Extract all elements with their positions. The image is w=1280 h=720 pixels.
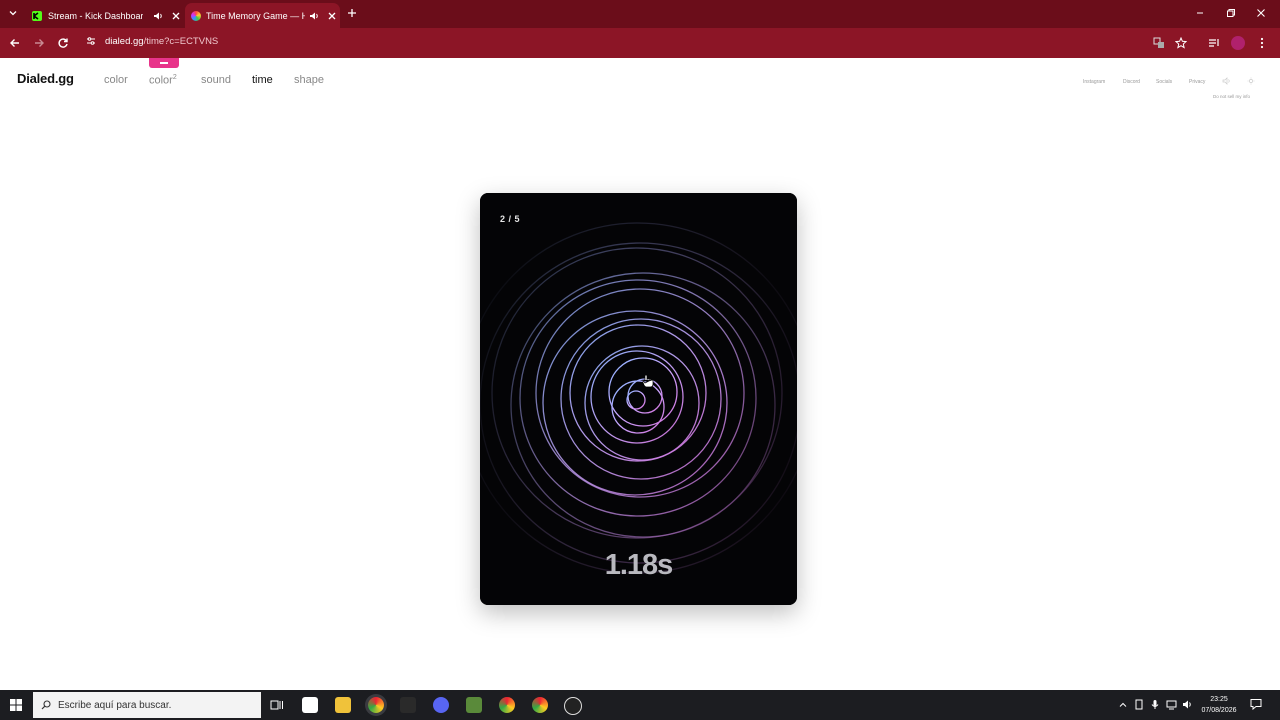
search-icon xyxy=(41,700,51,710)
network-icon[interactable] xyxy=(1166,699,1177,710)
dialed-favicon-icon xyxy=(191,10,201,21)
site-logo[interactable]: Dialed.gg xyxy=(17,71,74,86)
chrome-active-icon[interactable] xyxy=(368,697,384,713)
theme-toggle-icon[interactable] xyxy=(1247,77,1255,85)
chrome-icon[interactable] xyxy=(499,697,515,713)
hand-cursor-icon xyxy=(642,374,654,388)
new-tab-plus-icon[interactable] xyxy=(347,8,357,18)
profile-avatar-icon[interactable] xyxy=(1231,36,1245,50)
url-host: dialed.gg xyxy=(105,36,144,47)
tab-kick-dashboard[interactable]: Stream - Kick Dashboard xyxy=(26,3,181,28)
obs-icon[interactable] xyxy=(564,697,582,715)
clock-time: 23:25 xyxy=(1210,696,1228,703)
concentric-rings-visual xyxy=(480,193,797,605)
microphone-icon[interactable] xyxy=(1150,699,1160,710)
browser-tab-bar: Stream - Kick Dashboard Time Memory Game… xyxy=(0,0,1280,28)
speaker-icon[interactable] xyxy=(153,11,163,21)
reload-icon[interactable] xyxy=(57,37,69,49)
link-instagram[interactable]: Instagram xyxy=(1083,79,1105,85)
discord-icon[interactable] xyxy=(433,697,449,713)
sound-toggle-icon[interactable] xyxy=(1222,77,1232,85)
tray-chevron-up-icon[interactable] xyxy=(1118,700,1128,710)
clock-date: 07/08/2026 xyxy=(1201,707,1237,714)
translate-icon[interactable] xyxy=(1153,37,1165,49)
windows-start-icon[interactable] xyxy=(10,699,22,711)
back-arrow-icon[interactable] xyxy=(9,37,21,49)
speaker-icon[interactable] xyxy=(309,11,319,21)
file-explorer-icon[interactable] xyxy=(335,697,351,713)
url-text[interactable]: dialed.gg/time?c=ECTVNS xyxy=(105,36,218,47)
address-bar[interactable]: dialed.gg/time?c=ECTVNS xyxy=(80,31,1200,53)
media-queue-icon[interactable] xyxy=(1208,37,1220,49)
taskbar-search-box[interactable]: Escribe aquí para buscar. xyxy=(33,692,261,718)
tab-list-chevron-icon[interactable] xyxy=(8,8,18,18)
nav-color-squared[interactable]: color2 xyxy=(149,74,177,87)
restore-icon[interactable] xyxy=(1226,8,1236,18)
nav-sound[interactable]: sound xyxy=(201,74,231,86)
close-window-icon[interactable] xyxy=(1256,8,1266,18)
kick-icon xyxy=(32,10,42,21)
new-badge xyxy=(149,58,179,68)
bookmark-star-icon[interactable] xyxy=(1175,37,1187,49)
url-path: /time?c=ECTVNS xyxy=(143,36,219,47)
nav-color[interactable]: color xyxy=(104,74,128,86)
volume-icon[interactable] xyxy=(1182,699,1193,710)
web-page: Dialed.gg color color2 sound time shape … xyxy=(0,58,1280,690)
game-card[interactable]: 2 / 5 1.18s xyxy=(480,193,797,605)
nav-color-squared-label: color xyxy=(149,74,173,87)
close-tab-icon[interactable] xyxy=(327,11,337,21)
timer-display: 1.18s xyxy=(604,549,674,581)
taskbar-clock[interactable]: 23:25 07/08/2026 xyxy=(1195,694,1243,716)
link-discord[interactable]: Discord xyxy=(1123,79,1140,85)
tray-device-icon[interactable] xyxy=(1134,699,1144,710)
nav-time[interactable]: time xyxy=(252,74,273,86)
tab-time-memory-game[interactable]: Time Memory Game — Ho xyxy=(185,3,340,28)
forward-arrow-icon[interactable] xyxy=(33,37,45,49)
round-counter: 2 / 5 xyxy=(500,214,521,224)
task-view-icon[interactable] xyxy=(270,698,284,712)
link-privacy[interactable]: Privacy xyxy=(1189,79,1205,85)
link-do-not-sell[interactable]: Do not sell my info xyxy=(1213,94,1250,99)
link-socials[interactable]: Socials xyxy=(1156,79,1172,85)
windows-taskbar: Escribe aquí para buscar. 23:25 07/08/20… xyxy=(0,690,1280,720)
nav-superscript: 2 xyxy=(172,74,177,81)
chrome-profile-icon[interactable] xyxy=(532,697,548,713)
microsoft-store-icon[interactable] xyxy=(302,697,318,713)
tab-title: Time Memory Game — Ho xyxy=(206,10,305,21)
browser-toolbar: dialed.gg/time?c=ECTVNS xyxy=(0,28,1280,58)
notifications-icon[interactable] xyxy=(1250,698,1262,710)
epic-games-icon[interactable] xyxy=(400,697,416,713)
more-menu-icon[interactable] xyxy=(1257,37,1267,49)
close-tab-icon[interactable] xyxy=(171,11,181,21)
minecraft-icon[interactable] xyxy=(466,697,482,713)
search-placeholder: Escribe aquí para buscar. xyxy=(58,700,172,711)
nav-shape[interactable]: shape xyxy=(294,74,324,86)
minimize-icon[interactable] xyxy=(1195,8,1205,18)
tab-title: Stream - Kick Dashboard xyxy=(48,10,143,21)
site-info-icon[interactable] xyxy=(86,36,96,46)
